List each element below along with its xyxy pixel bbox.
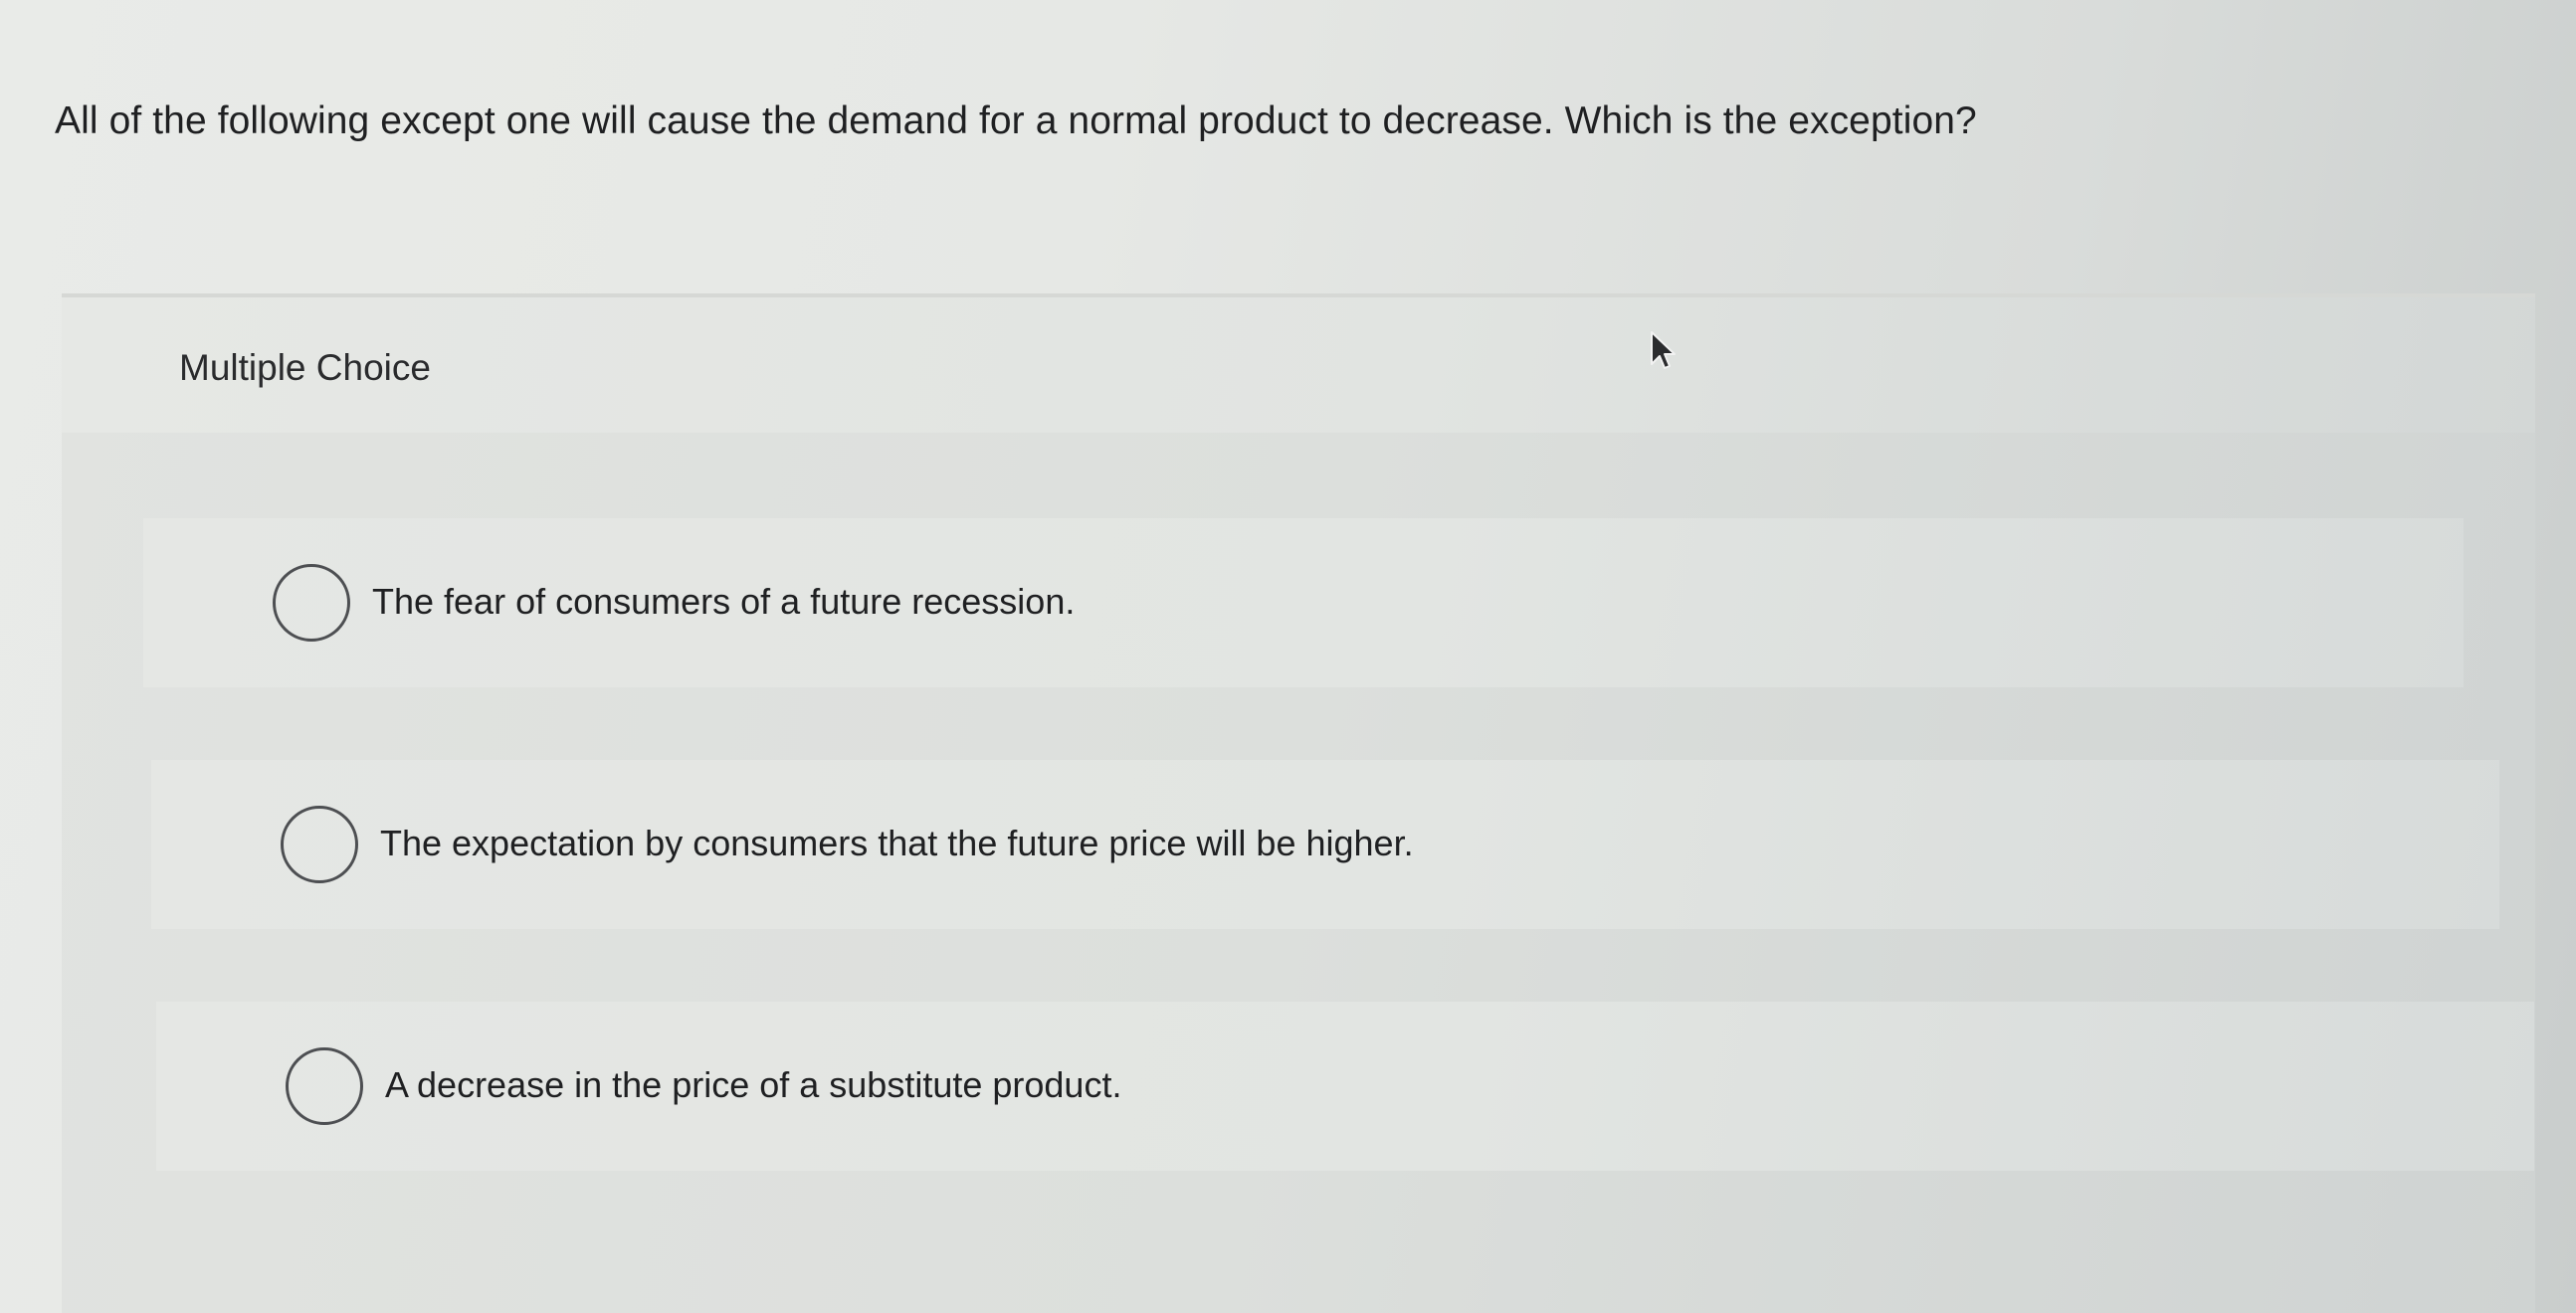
answer-option-1[interactable]: The fear of consumers of a future recess… [143,518,2464,687]
answer-option-3[interactable]: A decrease in the price of a substitute … [156,1002,2534,1171]
answer-option-label: The expectation by consumers that the fu… [380,823,1414,863]
radio-unselected-icon[interactable] [286,1047,363,1125]
radio-unselected-icon[interactable] [281,806,358,883]
multiple-choice-panel: Multiple Choice The fear of consumers of… [62,293,2535,1313]
multiple-choice-label: Multiple Choice [179,347,431,388]
answer-option-2[interactable]: The expectation by consumers that the fu… [151,760,2499,929]
answer-option-label: A decrease in the price of a substitute … [385,1064,1122,1105]
question-text: All of the following except one will cau… [55,99,1977,142]
radio-unselected-icon[interactable] [273,564,350,642]
multiple-choice-header: Multiple Choice [62,297,2535,433]
answer-option-label: The fear of consumers of a future recess… [372,581,1076,622]
mouse-pointer-icon [1651,331,1676,369]
